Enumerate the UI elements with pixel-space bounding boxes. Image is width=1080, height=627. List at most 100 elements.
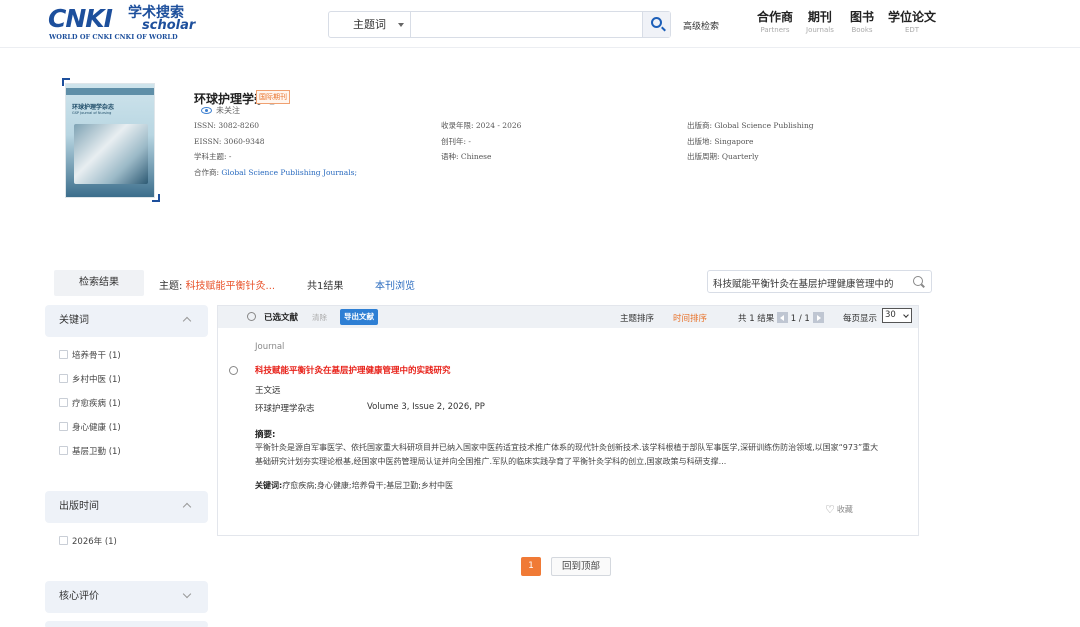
select-all-radio[interactable]	[247, 312, 256, 321]
cover-photo	[74, 124, 148, 184]
result-select-radio[interactable]	[229, 366, 238, 375]
search-icon[interactable]	[913, 276, 923, 286]
facet-option[interactable]: 乡村中医 (1)	[59, 373, 121, 385]
checkbox[interactable]	[59, 374, 68, 383]
topic-filter: 主题: 科技赋能平衡针灸...	[159, 277, 275, 292]
cover-band	[66, 88, 154, 95]
back-to-top-button[interactable]: 回到顶部	[551, 557, 611, 576]
facet-option-label: 基层卫勤 (1)	[72, 447, 121, 457]
journal-meta-col2: 收录年限: 2024 - 2026 创刊年: - 语种: Chinese	[441, 118, 521, 165]
in-journal-search-input[interactable]: 科技赋能平衡针灸在基层护理健康管理中的	[713, 276, 908, 290]
facet-option-label: 疗愈疾病 (1)	[72, 399, 121, 409]
result-author[interactable]: 王文远	[255, 384, 281, 396]
subject: 学科主题: -	[194, 152, 232, 161]
result-volume: Volume 3, Issue 2, 2026, PP	[367, 402, 485, 412]
facet-keywords-header[interactable]: 关键词	[45, 305, 208, 337]
partner-link[interactable]: Global Science Publishing Journals;	[221, 168, 357, 177]
cover-image: 环球护理学杂志 GSP Journal of Nursing	[65, 83, 155, 198]
result-title-link[interactable]: 科技赋能平衡针灸在基层护理健康管理中的实践研究	[255, 364, 451, 376]
total-count: 共 1 结果	[738, 314, 775, 324]
results-panel: 已选文献 清除 导出文献 主题排序 时间排序 共 1 结果 1 / 1 每页显示…	[217, 305, 919, 536]
next-page-icon[interactable]	[812, 312, 824, 323]
facet-core-header[interactable]: 核心评价	[45, 581, 208, 613]
nav-journals[interactable]: 期刊 Journals	[806, 9, 834, 35]
facet-year-header[interactable]: 出版时间	[45, 491, 208, 523]
nav-label: 学位论文	[888, 10, 937, 24]
facet-option[interactable]: 2026年 (1)	[59, 535, 117, 547]
main-search-box: 主题词	[328, 11, 671, 38]
partner-row: 合作商: Global Science Publishing Journals;	[194, 165, 357, 181]
publisher: 出版商: Global Science Publishing	[687, 121, 814, 130]
chevron-down-icon	[182, 589, 192, 599]
logo-en-text: scholar	[142, 18, 196, 33]
facet-option-label: 乡村中医 (1)	[72, 375, 121, 385]
checkbox[interactable]	[59, 422, 68, 431]
facet-option-label: 培养骨干 (1)	[72, 351, 121, 361]
search-type-select[interactable]: 主题词	[329, 12, 411, 37]
topic-value: 科技赋能平衡针灸...	[185, 281, 276, 292]
favorite-label: 收藏	[836, 505, 853, 514]
per-page-select[interactable]: 30	[882, 308, 912, 323]
issn: ISSN: 3082-8260	[194, 121, 260, 130]
result-journal[interactable]: 环球护理学杂志	[255, 402, 315, 414]
keywords-value: 疗愈疾病;身心健康;培养骨干;基层卫勤;乡村中医	[282, 481, 453, 490]
chevron-up-icon	[182, 502, 192, 512]
checkbox[interactable]	[59, 536, 68, 545]
per-page-value: 30	[885, 310, 896, 320]
search-icon	[651, 17, 662, 28]
chevron-down-icon	[903, 312, 909, 318]
result-type: Journal	[255, 342, 285, 352]
sort-by-time[interactable]: 时间排序	[673, 312, 707, 324]
favorite-button[interactable]: ♡ 收藏	[825, 503, 853, 516]
advanced-search-link[interactable]: 高级检索	[683, 19, 719, 32]
logo-main-text: CNKI	[48, 4, 113, 33]
tab-search-results[interactable]: 检索结果	[54, 270, 144, 296]
international-badge: 国际期刊	[256, 90, 290, 104]
abstract-label: 摘要:	[255, 430, 276, 440]
journal-meta-col1: ISSN: 3082-8260 EISSN: 3060-9348 学科主题: -…	[194, 118, 357, 180]
caret-down-icon	[398, 23, 404, 27]
chevron-up-icon	[182, 316, 192, 326]
nav-books[interactable]: 图书 Books	[850, 9, 874, 35]
search-input[interactable]	[413, 13, 641, 36]
sort-by-topic[interactable]: 主题排序	[620, 312, 654, 324]
language: 语种: Chinese	[441, 152, 492, 161]
page-button-current[interactable]: 1	[521, 557, 541, 576]
selected-docs-label[interactable]: 已选文献	[264, 311, 298, 323]
topic-label: 主题:	[159, 281, 183, 292]
abstract-text: 平衡针灸是源自军事医学、依托国家重大科研项目并已纳入国家中医药适宜技术推广体系的…	[255, 443, 879, 466]
follow-toggle[interactable]: 未关注	[201, 105, 240, 116]
frequency: 出版周期: Quarterly	[687, 152, 759, 161]
nav-label: 图书	[850, 10, 875, 24]
clear-button[interactable]: 清除	[312, 312, 327, 323]
journal-meta-col3: 出版商: Global Science Publishing 出版地: Sing…	[687, 118, 814, 165]
nav-partners[interactable]: 合作商 Partners	[757, 9, 793, 35]
results-toolbar: 已选文献 清除 导出文献 主题排序 时间排序 共 1 结果 1 / 1 每页显示…	[218, 306, 918, 328]
partner-label: 合作商:	[194, 167, 222, 177]
checkbox[interactable]	[59, 350, 68, 359]
cnki-scholar-logo[interactable]: CNKI 学术搜索 scholar WORLD OF CNKI CNKI OF …	[48, 6, 198, 44]
search-type-label: 主题词	[353, 18, 386, 31]
facet-option[interactable]: 身心健康 (1)	[59, 421, 121, 433]
facet-option[interactable]: 基层卫勤 (1)	[59, 445, 121, 457]
facet-next-header[interactable]	[45, 621, 208, 627]
in-journal-search[interactable]: 科技赋能平衡针灸在基层护理健康管理中的	[707, 270, 932, 293]
facet-option[interactable]: 疗愈疾病 (1)	[59, 397, 121, 409]
checkbox[interactable]	[59, 398, 68, 407]
prev-page-icon[interactable]	[777, 312, 789, 323]
cover-title: 环球护理学杂志	[72, 104, 115, 111]
export-button[interactable]: 导出文献	[340, 309, 378, 325]
nav-sublabel: Books	[851, 26, 873, 34]
result-count: 共1结果	[307, 281, 344, 292]
nav-theses[interactable]: 学位论文 EDT	[888, 9, 936, 35]
per-page-label: 每页显示	[843, 314, 878, 324]
search-button[interactable]	[642, 12, 670, 37]
logo-tagline: WORLD OF CNKI CNKI OF WORLD	[49, 33, 178, 41]
heart-icon: ♡	[825, 503, 835, 516]
founded-year: 创刊年: -	[441, 136, 471, 146]
facet-option-label: 2026年 (1)	[72, 537, 117, 547]
browse-journal-link[interactable]: 本刊浏览	[375, 277, 415, 292]
eissn: EISSN: 3060-9348	[194, 136, 265, 146]
checkbox[interactable]	[59, 446, 68, 455]
facet-option[interactable]: 培养骨干 (1)	[59, 349, 121, 361]
